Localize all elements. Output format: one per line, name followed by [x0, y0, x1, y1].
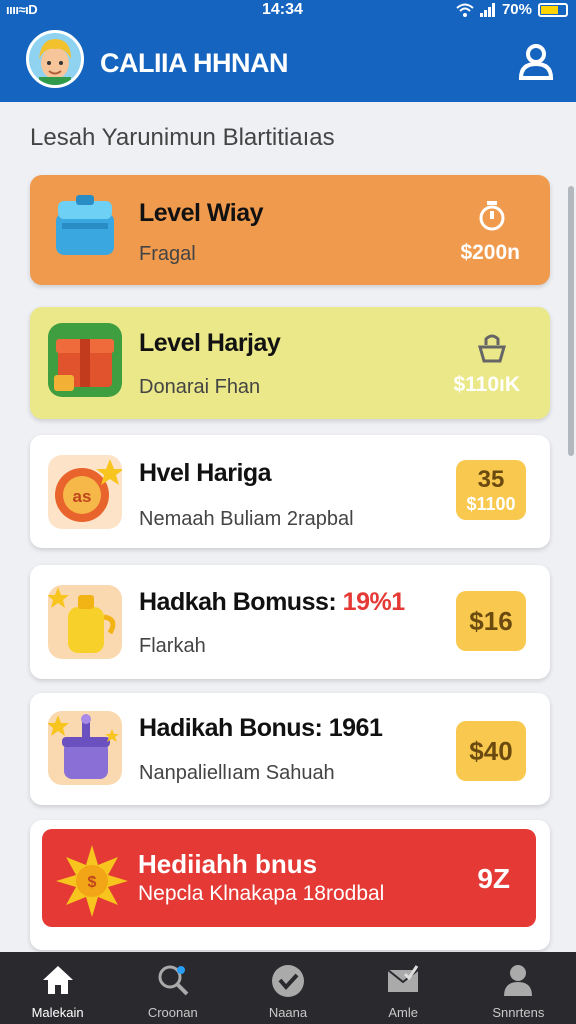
scrollbar[interactable]	[568, 186, 574, 456]
battery-icon	[538, 2, 568, 17]
nav-label: Snnrtens	[492, 1005, 545, 1020]
chest-icon	[56, 195, 114, 255]
badge-value: 35	[477, 465, 505, 493]
badge-price: $1100	[466, 493, 516, 514]
promo-title: Hediiahh bnus	[138, 849, 318, 879]
coin-icon: as	[48, 455, 122, 529]
promo-card[interactable]: $ Hediiahh bnus Nepcla Klnakapa 18rodbal…	[42, 829, 536, 927]
cell-signal-icon	[479, 2, 495, 17]
nav-item-profile[interactable]: Snnrtens	[461, 952, 576, 1024]
nav-label: Malekain	[31, 1005, 84, 1020]
level-card-3[interactable]: as Hvel Hariga Nemaah Buliam 2rapbal 35 …	[30, 435, 550, 548]
level-card-2[interactable]: Level Harjay Donarai Fhan $110ıK	[30, 307, 550, 419]
status-time: 14:34	[262, 1, 303, 18]
card-subtitle: Flarkah	[139, 635, 206, 657]
nav-item-check[interactable]: Naana	[230, 952, 345, 1024]
potion-bottle-icon	[48, 585, 122, 659]
avatar-face-icon	[29, 33, 81, 85]
nav-item-search[interactable]: Croonan	[115, 952, 230, 1024]
card-title: Hvel Hariga	[139, 459, 272, 487]
jar-icon	[48, 711, 122, 785]
svg-text:as: as	[73, 487, 92, 506]
nav-label: Naana	[268, 1005, 308, 1020]
timer-icon	[479, 201, 505, 231]
card-price: $110ıK	[453, 373, 520, 396]
nav-label: Croonan	[147, 1005, 198, 1020]
card-title: Level Harjay	[139, 329, 281, 357]
nav-label: Amle	[388, 1005, 418, 1020]
home-icon	[42, 966, 73, 994]
card-subtitle: Donarai Fhan	[139, 376, 261, 398]
card-subtitle: Fragal	[139, 243, 196, 265]
wifi-icon	[456, 3, 474, 17]
promo-value: 9Z	[477, 863, 510, 894]
bonus-card-1[interactable]: Hadkah Bomuss: 19%1 Flarkah $16	[30, 565, 550, 679]
status-bar: ıııı≈ıD 14:34 70%	[0, 0, 576, 22]
battery-percent: 70%	[501, 1, 532, 18]
person-icon	[504, 965, 533, 996]
price-badge: $16	[456, 591, 526, 651]
card-title-highlight: 19%1	[342, 588, 405, 616]
promo-subtitle: Nepcla Klnakapa 18rodbal	[138, 882, 385, 905]
card-title: Hadkah Bomuss: 19%1	[139, 588, 405, 617]
avatar[interactable]	[26, 30, 84, 88]
card-price: $200n	[460, 241, 520, 264]
card-subtitle: Nemaah Buliam 2rapbal	[139, 508, 354, 530]
user-icon	[518, 44, 554, 80]
check-circle-icon	[271, 965, 304, 997]
bag-icon	[478, 334, 506, 363]
profile-button[interactable]	[518, 42, 554, 80]
section-title: Lesah Yarunimun Blartitiaıas	[30, 124, 335, 151]
card-title: Hadikah Bonus: 1961	[139, 714, 383, 742]
sun-coin-icon: $	[56, 845, 128, 917]
app-title: CALIIA HHNAN	[100, 48, 288, 78]
card-title-text: Hadkah Bomuss:	[139, 588, 337, 616]
level-card-1[interactable]: Level Wiay Fragal $200n	[30, 175, 550, 285]
app-header: CALIIA HHNAN	[0, 22, 576, 102]
svg-text:$: $	[88, 874, 97, 891]
nav-item-mail[interactable]: Amle	[346, 952, 461, 1024]
gift-box-icon	[48, 323, 122, 397]
price-badge: $40	[456, 721, 526, 781]
search-icon	[158, 965, 189, 996]
mail-check-icon	[387, 965, 419, 992]
price-badge: 35 $1100	[456, 460, 526, 520]
nav-item-home[interactable]: Malekain	[0, 952, 115, 1024]
card-subtitle: Nanpaliellıam Sahuah	[139, 762, 335, 784]
bottom-nav: Malekain Croonan Naana Amle Snnrtens	[0, 952, 576, 1024]
card-title: Level Wiay	[139, 199, 264, 227]
signal-status: ıııı≈ıD	[6, 2, 38, 17]
status-right: 70%	[456, 1, 568, 18]
bonus-card-2[interactable]: Hadikah Bonus: 1961 Nanpaliellıam Sahuah…	[30, 693, 550, 805]
